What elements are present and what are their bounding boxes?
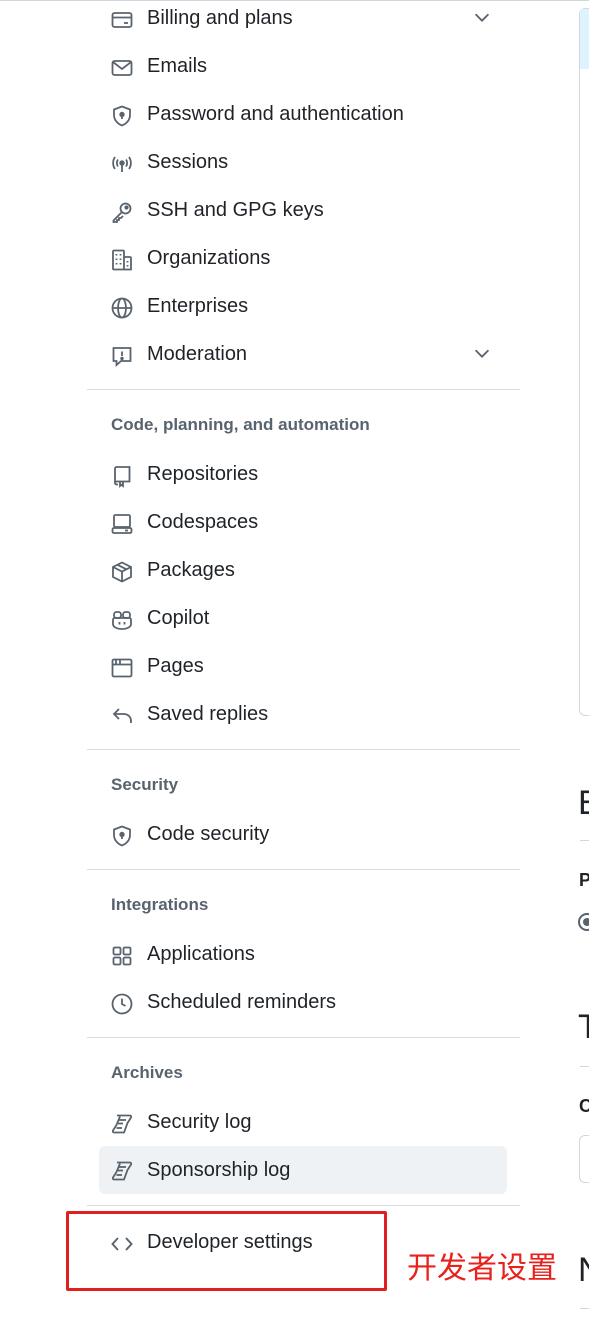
sidebar-item-security-log[interactable]: Security log — [99, 1102, 507, 1142]
sidebar-item-label: Applications — [147, 942, 255, 965]
sidebar-item-moderation[interactable]: Moderation — [99, 334, 507, 374]
codespaces-icon — [110, 512, 134, 536]
package-icon — [110, 560, 134, 584]
right-label-fragment: C — [579, 1096, 589, 1116]
right-pane-card — [579, 8, 589, 716]
report-icon — [110, 344, 134, 368]
sidebar-item-label: Organizations — [147, 246, 271, 269]
right-select-fragment[interactable] — [579, 1135, 589, 1183]
right-divider — [580, 840, 589, 841]
clock-icon — [110, 992, 134, 1016]
sidebar-item-emails[interactable]: Emails — [99, 46, 507, 86]
sidebar-item-label: Saved replies — [147, 702, 269, 725]
sidebar-item-sessions[interactable]: Sessions — [99, 142, 507, 182]
browser-icon — [110, 656, 134, 680]
section-divider — [87, 749, 520, 750]
sidebar-item-enterprises[interactable]: Enterprises — [99, 286, 507, 326]
organization-icon — [110, 248, 134, 272]
sidebar-item-copilot[interactable]: Copilot — [99, 598, 507, 638]
key-icon — [110, 200, 134, 224]
right-pane-card-header — [580, 9, 589, 69]
sidebar-item-applications[interactable]: Applications — [99, 934, 507, 974]
sidebar-item-password[interactable]: Password and authentication — [99, 94, 507, 134]
shield-lock-icon — [110, 824, 134, 848]
section-heading-integrations: Integrations — [111, 895, 209, 914]
sidebar-item-label: Repositories — [147, 462, 259, 485]
section-heading-archives: Archives — [111, 1063, 183, 1082]
log-icon — [110, 1159, 134, 1183]
right-heading-fragment: N — [578, 1250, 589, 1290]
annotation-highlight-box — [66, 1211, 387, 1291]
sidebar-item-label: Security log — [147, 1110, 252, 1133]
apps-icon — [110, 944, 134, 968]
copilot-icon — [110, 608, 134, 632]
sidebar-item-label: Codespaces — [147, 510, 259, 533]
right-heading-fragment: E — [578, 783, 589, 823]
repo-icon — [110, 464, 134, 488]
sidebar-item-label: Sessions — [147, 150, 229, 173]
mail-icon — [110, 56, 134, 80]
shield-lock-icon — [110, 104, 134, 128]
right-label-fragment: P — [579, 870, 589, 890]
section-divider — [87, 869, 520, 870]
section-heading-code: Code, planning, and automation — [111, 415, 370, 434]
sidebar-item-label: Copilot — [147, 606, 210, 629]
sidebar-item-label: Billing and plans — [147, 6, 293, 29]
sidebar-item-sponsorship-log[interactable]: Sponsorship log — [99, 1146, 507, 1194]
annotation-label: 开发者设置 — [407, 1251, 557, 1286]
globe-icon — [110, 296, 134, 320]
sidebar-item-packages[interactable]: Packages — [99, 550, 507, 590]
chevron-down-icon[interactable] — [471, 6, 493, 28]
sidebar-item-label: SSH and GPG keys — [147, 198, 324, 221]
section-heading-security: Security — [111, 775, 179, 794]
broadcast-icon — [110, 152, 134, 176]
credit-card-icon — [110, 8, 134, 32]
sidebar-item-label: Emails — [147, 54, 208, 77]
section-divider — [87, 389, 520, 390]
sidebar-item-billing[interactable]: Billing and plans — [99, 0, 507, 38]
sidebar-item-label: Sponsorship log — [147, 1158, 291, 1181]
right-divider — [580, 1066, 589, 1067]
sidebar-item-saved-replies[interactable]: Saved replies — [99, 694, 507, 734]
radio-button-fragment[interactable] — [578, 913, 589, 931]
sidebar-item-scheduled-reminders[interactable]: Scheduled reminders — [99, 982, 507, 1022]
sidebar-item-label: Pages — [147, 654, 204, 677]
sidebar-item-label: Moderation — [147, 342, 248, 365]
sidebar-item-repositories[interactable]: Repositories — [99, 454, 507, 494]
sidebar-item-label: Packages — [147, 558, 235, 581]
reply-icon — [110, 704, 134, 728]
sidebar-item-label: Enterprises — [147, 294, 249, 317]
right-divider — [580, 1308, 589, 1309]
right-heading-fragment: T — [578, 1008, 589, 1046]
sidebar-item-label: Code security — [147, 822, 270, 845]
sidebar-item-ssh-keys[interactable]: SSH and GPG keys — [99, 190, 507, 230]
sidebar-item-code-security[interactable]: Code security — [99, 814, 507, 854]
sidebar-item-label: Scheduled reminders — [147, 990, 336, 1013]
sidebar-item-codespaces[interactable]: Codespaces — [99, 502, 507, 542]
section-divider — [87, 1037, 520, 1038]
sidebar-item-label: Password and authentication — [147, 102, 404, 125]
log-icon — [110, 1112, 134, 1136]
sidebar-item-organizations[interactable]: Organizations — [99, 238, 507, 278]
section-divider — [87, 1205, 520, 1206]
chevron-down-icon[interactable] — [471, 342, 493, 364]
sidebar-item-pages[interactable]: Pages — [99, 646, 507, 686]
